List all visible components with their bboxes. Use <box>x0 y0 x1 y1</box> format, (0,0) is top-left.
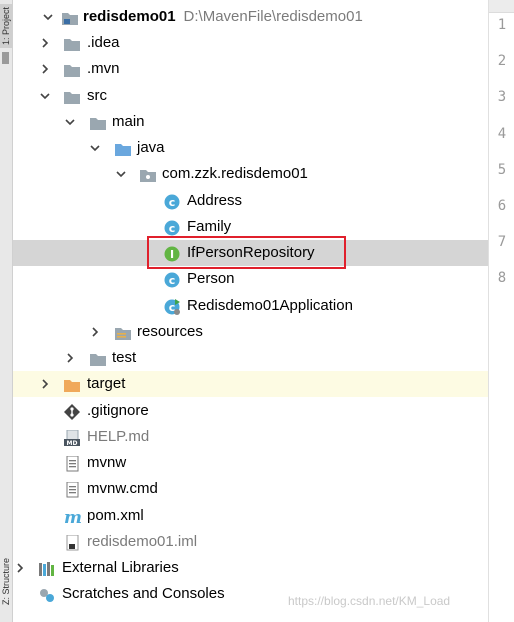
libraries-icon <box>38 560 56 576</box>
tree-row-iml[interactable]: redisdemo01.iml <box>13 529 488 555</box>
class-icon: c <box>163 193 181 210</box>
tree-row-mvnw-cmd[interactable]: mvnw.cmd <box>13 476 488 502</box>
source-folder-icon <box>114 140 132 156</box>
line-number: 7 <box>497 234 507 250</box>
scratches-icon <box>38 586 56 602</box>
tree-label: redisdemo01.iml <box>87 533 198 550</box>
tree-row-mvnw[interactable]: mvnw <box>13 450 488 476</box>
tree-label: .gitignore <box>87 402 149 419</box>
structure-tool-tab[interactable]: Z: Structure <box>0 540 12 622</box>
svg-text:c: c <box>169 222 176 235</box>
chevron-right-icon[interactable] <box>13 555 27 581</box>
chevron-down-icon[interactable] <box>41 4 55 30</box>
tree-row-mvn[interactable]: .mvn <box>13 56 488 82</box>
text-file-icon <box>64 455 82 472</box>
tree-label: com.zzk.redisdemo01 <box>162 165 308 182</box>
tree-row-pom[interactable]: m pom.xml <box>13 503 488 529</box>
watermark: https://blog.csdn.net/KM_Load <box>288 594 451 608</box>
folder-icon <box>63 61 81 77</box>
project-path: D:\MavenFile\redisdemo01 <box>183 8 363 25</box>
tree-label: target <box>87 375 126 392</box>
tree-label: Scratches and Consoles <box>62 585 225 602</box>
tree-label: main <box>112 113 145 130</box>
tree-row-person[interactable]: c Person <box>13 266 488 292</box>
git-icon <box>64 403 82 420</box>
tree-label: External Libraries <box>62 559 179 576</box>
tree-row-resources[interactable]: resources <box>13 319 488 345</box>
tree-row-gitignore[interactable]: .gitignore <box>13 398 488 424</box>
tree-row-test[interactable]: test <box>13 345 488 371</box>
tree-row-src[interactable]: src <box>13 83 488 109</box>
tree-label: Redisdemo01Application <box>187 297 353 314</box>
chevron-right-icon[interactable] <box>38 30 52 56</box>
chevron-right-icon[interactable] <box>63 345 77 371</box>
class-icon: c <box>163 271 181 288</box>
svg-text:c: c <box>169 274 176 287</box>
chevron-down-icon[interactable] <box>63 109 77 135</box>
chevron-right-icon[interactable] <box>38 56 52 82</box>
tree-row-java[interactable]: java <box>13 135 488 161</box>
maven-icon: m <box>64 508 82 528</box>
tree-row-idea[interactable]: .idea <box>13 30 488 56</box>
tree-row-external-libraries[interactable]: External Libraries <box>13 555 488 581</box>
line-number: 5 <box>497 162 507 178</box>
tree-row-help-md[interactable]: MD HELP.md <box>13 424 488 450</box>
tree-label: Person <box>187 270 235 287</box>
tree-label: .mvn <box>87 60 120 77</box>
chevron-right-icon[interactable] <box>88 319 102 345</box>
tree-row-address[interactable]: c Address <box>13 188 488 214</box>
tree-label: src <box>87 87 107 104</box>
tool-window-strip: 1: Project Z: Structure <box>0 0 13 622</box>
chevron-down-icon[interactable] <box>38 83 52 109</box>
folder-icon <box>63 88 81 104</box>
tree-label: HELP.md <box>87 428 150 445</box>
selection-highlight-box <box>147 236 346 269</box>
project-tree: redisdemo01 D:\MavenFile\redisdemo01 .ide… <box>13 0 488 622</box>
line-number: 8 <box>497 270 507 286</box>
spring-boot-class-icon: c <box>163 298 181 315</box>
class-icon: c <box>163 219 181 236</box>
line-number: 3 <box>497 89 507 105</box>
text-file-icon <box>64 481 82 498</box>
folder-icon <box>89 114 107 130</box>
chevron-down-icon[interactable] <box>88 135 102 161</box>
svg-text:m: m <box>64 509 82 525</box>
project-tool-tab[interactable]: 1: Project <box>0 4 12 48</box>
tree-label: java <box>137 139 165 156</box>
tree-label: .idea <box>87 34 120 51</box>
tree-label: Address <box>187 192 243 209</box>
tree-row-project-root[interactable]: redisdemo01 D:\MavenFile\redisdemo01 <box>13 4 488 30</box>
line-number: 1 <box>497 17 507 33</box>
line-number: 2 <box>497 53 507 69</box>
editor-gutter: 1 2 3 4 5 6 7 8 <box>488 0 514 622</box>
line-number: 6 <box>497 198 507 214</box>
markdown-file-icon: MD <box>64 429 82 447</box>
tree-row-package[interactable]: com.zzk.redisdemo01 <box>13 161 488 187</box>
chevron-down-icon[interactable] <box>114 161 128 187</box>
tree-row-application[interactable]: c Redisdemo01Application <box>13 293 488 319</box>
strip-marker <box>2 52 9 64</box>
svg-text:c: c <box>169 196 176 209</box>
chevron-right-icon[interactable] <box>38 371 52 397</box>
module-file-icon <box>64 534 82 551</box>
gutter-header <box>489 0 514 13</box>
folder-icon <box>63 35 81 51</box>
tree-label: resources <box>137 323 203 340</box>
tree-row-main[interactable]: main <box>13 109 488 135</box>
tree-label: mvnw.cmd <box>87 480 158 497</box>
project-name: redisdemo01 <box>83 8 176 25</box>
tree-label: pom.xml <box>87 507 144 524</box>
folder-icon <box>89 350 107 366</box>
resources-folder-icon <box>114 324 132 340</box>
tree-label: mvnw <box>87 454 127 471</box>
tree-row-target[interactable]: target <box>13 371 488 397</box>
package-icon <box>139 166 157 182</box>
excluded-folder-icon <box>63 376 81 392</box>
tree-label: test <box>112 349 137 366</box>
svg-text:MD: MD <box>67 440 78 446</box>
line-number: 4 <box>497 126 507 142</box>
